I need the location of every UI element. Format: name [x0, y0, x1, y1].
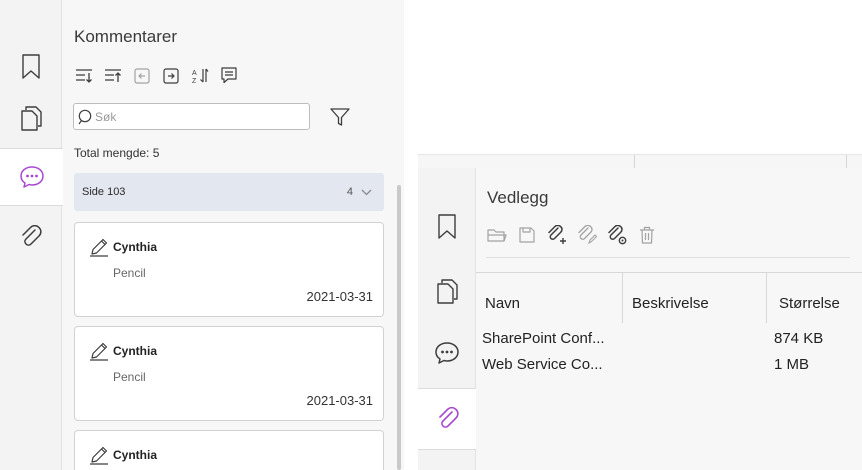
- sort-button[interactable]: AZ: [189, 65, 210, 86]
- attachment-size: 1 MB: [774, 356, 810, 373]
- comment-card[interactable]: Cynthia: [74, 430, 384, 470]
- sort-az-icon: AZ: [192, 68, 208, 85]
- paperclip-icon: [22, 225, 42, 246]
- comments-panel: Kommentarer AZ Total mengde: 5 Side 103 …: [0, 0, 404, 470]
- comment-author: Cynthia: [113, 240, 158, 254]
- comment-author-row: Cynthia: [89, 445, 157, 465]
- attachments-tab[interactable]: [418, 388, 477, 450]
- attachments-tab[interactable]: [0, 208, 62, 266]
- attachment-name: SharePoint Conf...: [482, 330, 605, 347]
- panel-title: Kommentarer: [74, 27, 177, 46]
- paperclip-settings-icon: [607, 224, 626, 244]
- paperclip-icon: [438, 407, 459, 428]
- bookmark-icon: [22, 54, 40, 79]
- comment-type: Pencil: [113, 266, 146, 280]
- filter-button[interactable]: [329, 106, 351, 128]
- pencil-icon: [90, 446, 108, 465]
- paperclip-edit-icon: [577, 224, 597, 244]
- toolbar-divider: [486, 257, 850, 258]
- comment-type: Pencil: [113, 370, 146, 384]
- arrow-right-box-icon: [162, 67, 179, 84]
- page-group-label: Side 103: [82, 186, 126, 198]
- divider: [634, 155, 635, 169]
- column-header-name[interactable]: Navn: [485, 273, 520, 323]
- comment-card[interactable]: Cynthia Pencil 2021-03-31: [74, 222, 384, 317]
- next-comment-button[interactable]: [160, 65, 181, 86]
- comment-date: 2021-03-31: [306, 393, 374, 408]
- pencil-icon: [90, 342, 108, 361]
- total-count: Total mengde: 5: [74, 146, 160, 160]
- comment-bubble-icon: [435, 342, 459, 364]
- comment-note-icon: [220, 67, 237, 84]
- folder-open-icon: [486, 228, 507, 242]
- bookmarks-tab[interactable]: [418, 198, 476, 256]
- comments-tab[interactable]: [0, 148, 63, 206]
- delete-attachment-button[interactable]: [636, 224, 657, 245]
- comment-author-row: Cynthia: [89, 237, 157, 257]
- column-divider[interactable]: [766, 273, 767, 323]
- page-group-header[interactable]: Side 103 4: [74, 173, 384, 211]
- table-row[interactable]: SharePoint Conf... 874 KB: [476, 328, 862, 352]
- pages-tab[interactable]: [0, 89, 62, 147]
- comment-date: 2021-03-31: [306, 289, 374, 304]
- column-header-size[interactable]: Størrelse: [779, 273, 840, 323]
- pages-tab[interactable]: [418, 262, 476, 320]
- pencil-icon: [90, 238, 108, 257]
- side-rail: [418, 168, 477, 470]
- attachments-panel: Vedlegg Navn Beskrivelse Størrelse Share…: [418, 154, 862, 470]
- svg-text:Z: Z: [192, 78, 197, 85]
- pages-icon: [437, 279, 458, 304]
- bookmarks-tab[interactable]: [0, 38, 62, 96]
- scrollbar[interactable]: [397, 185, 401, 470]
- comment-card[interactable]: Cynthia Pencil 2021-03-31: [74, 326, 384, 421]
- save-attachment-button[interactable]: [516, 224, 537, 245]
- side-rail: [0, 0, 63, 470]
- add-comment-button[interactable]: [218, 65, 239, 86]
- column-divider[interactable]: [622, 273, 623, 323]
- divider: [846, 155, 847, 169]
- collapse-all-icon: [104, 68, 121, 82]
- attachment-size: 874 KB: [774, 330, 824, 347]
- search-box[interactable]: [73, 103, 310, 130]
- comment-bubble-icon: [19, 166, 44, 188]
- column-header-description[interactable]: Beskrivelse: [632, 273, 709, 323]
- comment-author: Cynthia: [113, 344, 158, 358]
- attachment-name: Web Service Co...: [482, 356, 603, 373]
- comments-tab[interactable]: [418, 324, 476, 382]
- top-strip: [418, 154, 862, 169]
- svg-text:A: A: [192, 70, 197, 77]
- search-icon: [78, 109, 92, 124]
- attachments-toolbar: [486, 224, 657, 245]
- chevron-down-icon: [361, 189, 372, 195]
- trash-icon: [639, 226, 654, 244]
- attachment-settings-button[interactable]: [606, 224, 627, 245]
- comment-author: Cynthia: [113, 448, 158, 462]
- save-icon: [518, 226, 535, 243]
- comment-author-row: Cynthia: [89, 341, 157, 361]
- page-group-count: 4: [346, 186, 353, 198]
- bookmark-icon: [438, 214, 456, 239]
- attachments-table-header: Navn Beskrivelse Størrelse: [476, 272, 862, 323]
- collapse-all-button[interactable]: [102, 65, 123, 86]
- expand-all-button[interactable]: [73, 65, 94, 86]
- expand-all-icon: [75, 68, 92, 83]
- edit-attachment-button[interactable]: [576, 224, 597, 245]
- search-input[interactable]: [95, 109, 295, 124]
- filter-icon: [330, 108, 350, 126]
- panel-title: Vedlegg: [487, 188, 549, 207]
- pages-icon: [21, 106, 42, 131]
- attachments-content: Vedlegg Navn Beskrivelse Størrelse Share…: [476, 168, 862, 470]
- table-row[interactable]: Web Service Co... 1 MB: [476, 354, 862, 378]
- paperclip-add-icon: [547, 224, 566, 244]
- previous-comment-button[interactable]: [131, 65, 152, 86]
- add-attachment-button[interactable]: [546, 224, 567, 245]
- open-attachment-button[interactable]: [486, 224, 507, 245]
- comments-toolbar: AZ: [73, 65, 239, 86]
- arrow-left-box-icon: [133, 67, 150, 84]
